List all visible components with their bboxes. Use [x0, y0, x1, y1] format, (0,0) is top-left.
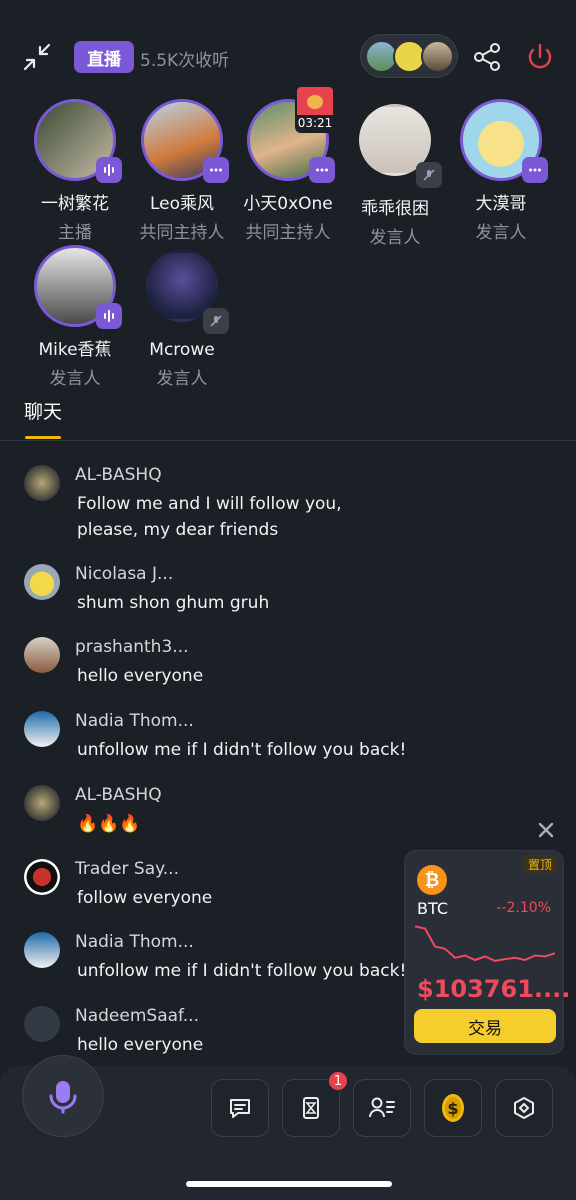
box-icon — [514, 1097, 534, 1119]
speaker-role: 发言人 — [369, 228, 421, 248]
participants-button[interactable] — [353, 1079, 411, 1137]
chat-username[interactable]: prashanth3... — [75, 637, 189, 657]
chat-text: Follow me and I will follow you, please,… — [77, 494, 342, 540]
more-icon — [309, 157, 335, 183]
minimize-icon[interactable] — [22, 42, 52, 72]
avatar — [24, 637, 60, 673]
speaking-icon — [96, 157, 122, 183]
timer-label: 03:21 — [297, 115, 333, 131]
red-packet-timer[interactable]: 03:21 — [295, 85, 335, 133]
tab-underline — [25, 436, 61, 439]
divider — [0, 440, 576, 441]
speaker-cohost[interactable]: Leo乘风 共同主持人 — [127, 99, 237, 243]
more-icon — [522, 157, 548, 183]
chat-text: 🔥🔥🔥 — [77, 814, 141, 834]
red-packet-button[interactable]: 1 — [282, 1070, 349, 1137]
speaker-role: 主播 — [58, 223, 92, 243]
pin-label[interactable]: 置顶 — [522, 855, 557, 874]
speaker-name: Mcrowe — [149, 340, 215, 360]
chat-username[interactable]: AL-BASHQ — [75, 785, 162, 805]
avatar — [24, 785, 60, 821]
coin-icon: $ — [442, 1094, 464, 1122]
chat-text: unfollow me if I didn't follow you back! — [77, 961, 407, 981]
close-icon[interactable] — [536, 820, 556, 840]
bitcoin-icon: ₿ — [417, 865, 447, 895]
listener-avatar-stack[interactable] — [360, 34, 458, 78]
avatar — [24, 932, 60, 968]
speaker-name: Mike香蕉 — [38, 340, 112, 360]
chat-username[interactable]: AL-BASHQ — [75, 465, 162, 485]
chat-username[interactable]: NadeemSaaf... — [75, 1006, 199, 1026]
notification-badge: 1 — [327, 1070, 349, 1092]
listen-count: 5.5K次收听 — [140, 51, 230, 71]
speaking-icon — [96, 303, 122, 329]
sparkline-path — [415, 925, 555, 962]
chat-username[interactable]: Nadia Thom... — [75, 711, 194, 731]
speaker-role: 共同主持人 — [245, 223, 331, 243]
svg-text:$: $ — [447, 1099, 458, 1118]
tip-button[interactable]: $ — [424, 1079, 482, 1137]
more-icon — [203, 157, 229, 183]
chat-text: hello everyone — [77, 1035, 204, 1055]
avatar — [24, 1006, 60, 1042]
home-indicator[interactable] — [186, 1181, 392, 1187]
chat-username[interactable]: Nadia Thom... — [75, 932, 194, 952]
btc-price: $103761.... — [417, 975, 571, 1003]
price-sparkline — [415, 925, 555, 962]
avatar — [421, 40, 454, 73]
avatar — [24, 711, 60, 747]
top-bar: 直播 5.5K次收听 — [0, 34, 576, 80]
hourglass-icon — [303, 1097, 319, 1119]
live-badge: 直播 — [74, 41, 134, 73]
chat-username[interactable]: Trader Say... — [75, 859, 179, 879]
mic-muted-icon — [203, 308, 229, 334]
red-envelope-icon — [307, 95, 323, 109]
chat-text: unfollow me if I didn't follow you back! — [77, 740, 407, 760]
speaker-guest[interactable]: 大漠哥 发言人 — [446, 99, 556, 243]
speaker-name: 小天0xOne — [243, 194, 333, 214]
chat-bubble-icon — [230, 1099, 250, 1118]
chat-button[interactable] — [211, 1079, 269, 1137]
speaker-guest[interactable]: Mcrowe 发言人 — [127, 245, 237, 389]
chat-text: shum shon ghum gruh — [77, 593, 270, 613]
speaker-name: 大漠哥 — [475, 194, 527, 214]
speaker-name: Leo乘风 — [149, 194, 215, 214]
chat-text: hello everyone — [77, 666, 204, 686]
btc-symbol: BTC — [417, 899, 448, 918]
power-icon[interactable] — [523, 40, 557, 74]
speaker-role: 发言人 — [156, 369, 208, 389]
mic-icon — [49, 1081, 77, 1114]
speaker-name: 乖乖很困 — [361, 199, 429, 219]
avatar — [24, 859, 60, 895]
btc-widget[interactable]: 置顶 ₿ BTC --2.10% $103761.... 交易 — [404, 850, 570, 1055]
trade-button[interactable]: 交易 — [414, 1009, 556, 1043]
speaker-name: 一树繁花 — [41, 194, 109, 214]
btc-change: --2.10% — [496, 900, 551, 916]
avatar — [24, 564, 60, 600]
mic-button[interactable] — [22, 1055, 104, 1137]
chat-text: follow everyone — [77, 888, 213, 908]
share-icon[interactable] — [470, 40, 504, 74]
speaker-guest[interactable]: 乖乖很困 发言人 — [340, 99, 450, 248]
speaker-guest[interactable]: Mike香蕉 发言人 — [20, 245, 130, 389]
more-apps-button[interactable] — [495, 1079, 553, 1137]
user-list-icon — [369, 1097, 395, 1118]
speaker-role: 发言人 — [49, 369, 101, 389]
speaker-cohost[interactable]: 03:21 小天0xOne 共同主持人 — [233, 85, 343, 243]
mic-muted-icon — [416, 162, 442, 188]
tab-chat[interactable]: 聊天 — [24, 397, 62, 424]
speaker-role: 发言人 — [475, 223, 527, 243]
speaker-role: 共同主持人 — [139, 223, 225, 243]
avatar — [24, 465, 60, 501]
chat-username[interactable]: Nicolasa J... — [75, 564, 173, 584]
speaker-host[interactable]: 一树繁花 主播 — [20, 99, 130, 243]
